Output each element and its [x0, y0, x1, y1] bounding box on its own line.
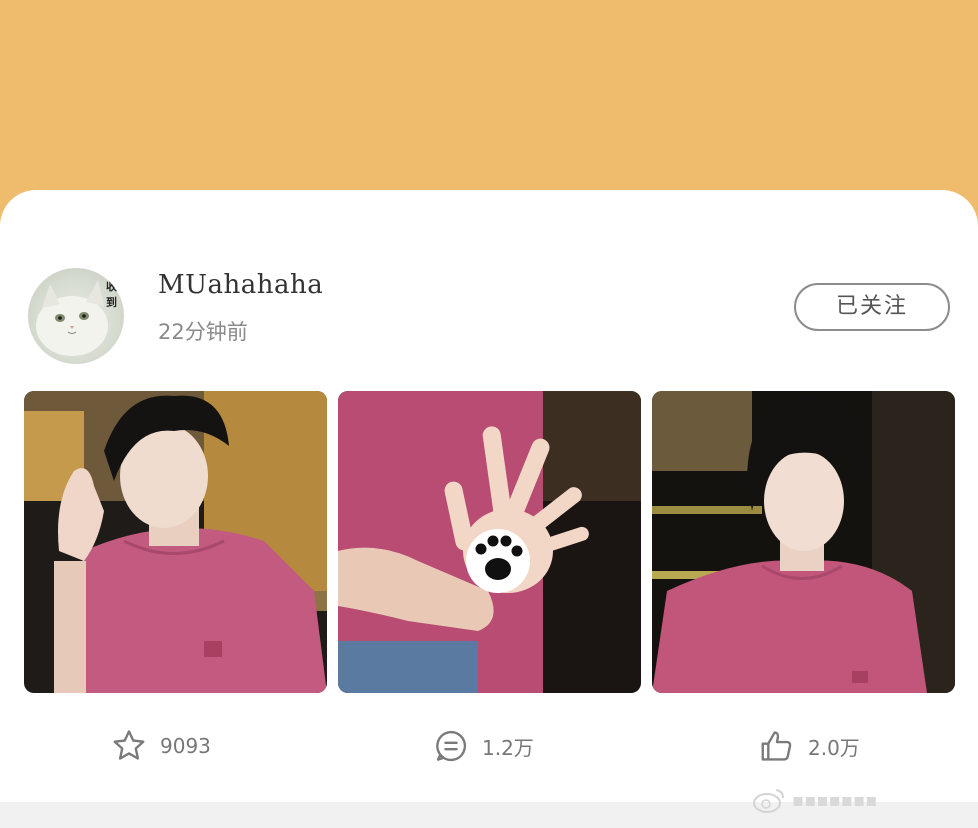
comment-count: 1.2万: [482, 735, 534, 760]
post-timestamp: 22分钟前: [158, 320, 248, 344]
comment-button[interactable]: 1.2万: [432, 726, 534, 766]
post-photo-2[interactable]: [338, 391, 641, 693]
header-background: [0, 0, 978, 215]
favorite-button[interactable]: 9093: [110, 726, 211, 766]
comment-icon: [436, 730, 467, 762]
username[interactable]: MUahahaha: [158, 270, 323, 300]
photo-hand-with-paw-print: [338, 391, 641, 693]
avatar-badge-text: 收到: [106, 280, 117, 309]
star-icon: [113, 730, 145, 760]
like-count: 2.0万: [808, 735, 860, 760]
post-photo-1[interactable]: [24, 391, 327, 693]
watermark-text: ▪▪▪▪▪▪▪: [792, 789, 878, 811]
like-button[interactable]: 2.0万: [758, 726, 860, 766]
following-button[interactable]: 已关注: [794, 283, 950, 331]
photo-boy-front: [652, 391, 955, 693]
avatar[interactable]: 收到: [28, 268, 124, 364]
photo-boy-hand-on-head: [24, 391, 327, 693]
thumbs-up-icon: [761, 731, 792, 761]
weibo-logo-icon: [753, 789, 784, 813]
favorite-count: 9093: [160, 734, 211, 758]
post-card: 收到 MUahahaha 22分钟前 已关注 9093 1.2万 2.0万: [0, 190, 978, 802]
weibo-watermark: ▪▪▪▪▪▪▪: [752, 780, 877, 820]
post-photo-3[interactable]: [652, 391, 955, 693]
